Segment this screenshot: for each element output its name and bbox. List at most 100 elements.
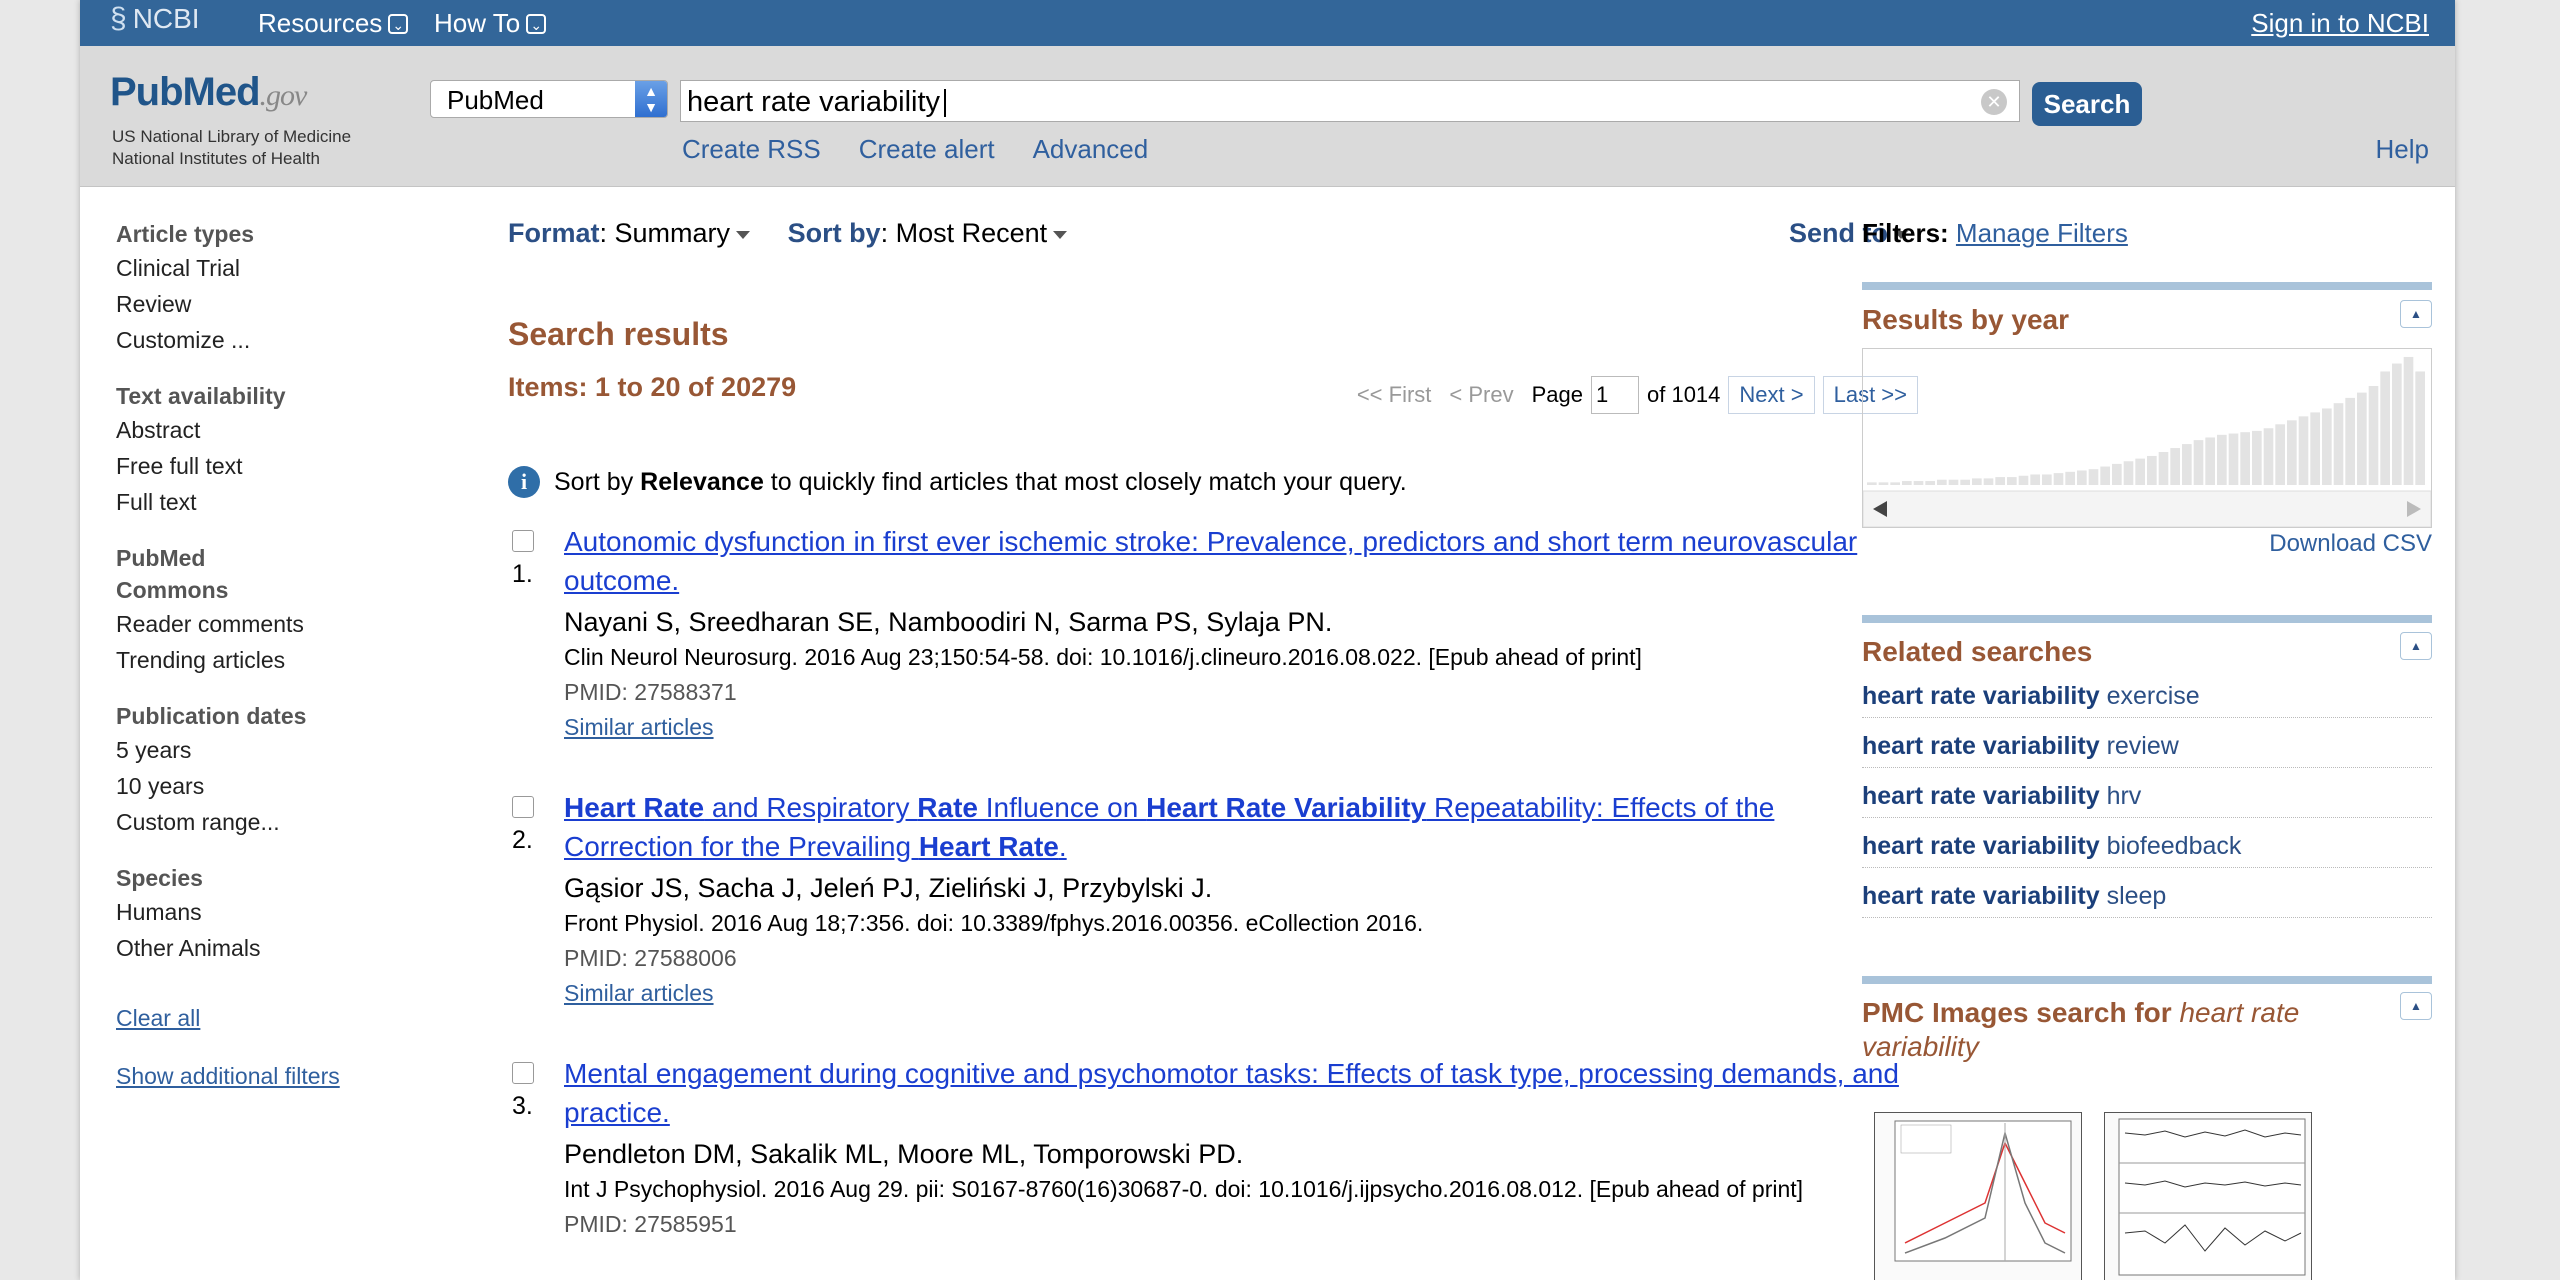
howto-menu[interactable]: How To ⌄	[434, 8, 547, 39]
year-bar[interactable]	[2123, 461, 2134, 485]
year-bar[interactable]	[2170, 448, 2180, 485]
year-scrollbar[interactable]	[1863, 490, 2431, 527]
similar-articles-link[interactable]: Similar articles	[564, 710, 1908, 744]
year-bar[interactable]	[1995, 477, 2005, 485]
page-number-input[interactable]	[1591, 376, 1639, 414]
next-page-button[interactable]: Next >	[1728, 376, 1815, 414]
manage-filters-link[interactable]: Manage Filters	[1956, 218, 2128, 248]
year-bar[interactable]	[2275, 424, 2285, 485]
filter-full-text[interactable]: Full text	[116, 484, 416, 520]
year-bar[interactable]	[2217, 434, 2227, 485]
related-search-link[interactable]: heart rate variability sleep	[1862, 882, 2432, 918]
year-bar[interactable]	[2182, 444, 2192, 485]
related-search-link[interactable]: heart rate variability exercise	[1862, 682, 2432, 718]
year-bar[interactable]	[1960, 479, 1970, 485]
filter-customize[interactable]: Customize ...	[116, 322, 416, 358]
result-checkbox[interactable]	[512, 796, 534, 818]
year-bar[interactable]	[2357, 392, 2367, 485]
sort-menu[interactable]: Sort by: Most Recent	[788, 218, 1068, 248]
result-title-link[interactable]: Mental engagement during cognitive and p…	[564, 1054, 1908, 1132]
result-checkbox[interactable]	[512, 530, 534, 552]
collapse-icon[interactable]: ▲	[2400, 992, 2432, 1020]
show-additional-filters-link[interactable]: Show additional filters	[116, 1058, 416, 1094]
help-link[interactable]: Help	[2376, 134, 2429, 165]
year-bar[interactable]	[2263, 428, 2274, 485]
year-bar[interactable]	[2287, 420, 2297, 485]
year-bar[interactable]	[2112, 463, 2122, 485]
year-bar[interactable]	[1890, 482, 1900, 485]
year-bar[interactable]	[2333, 403, 2344, 485]
result-checkbox[interactable]	[512, 1062, 534, 1084]
filter-abstract[interactable]: Abstract	[116, 412, 416, 448]
result-title-link[interactable]: Heart Rate and Respiratory Rate Influenc…	[564, 788, 1908, 866]
related-search-link[interactable]: heart rate variability review	[1862, 732, 2432, 768]
year-bar[interactable]	[2100, 466, 2110, 485]
year-bar[interactable]	[2088, 469, 2099, 485]
year-bar[interactable]	[2322, 408, 2332, 485]
year-bar[interactable]	[2030, 474, 2040, 485]
clear-search-icon[interactable]: ✕	[1981, 89, 2007, 115]
filter-10-years[interactable]: 10 years	[116, 768, 416, 804]
filter-review[interactable]: Review	[116, 286, 416, 322]
year-bar[interactable]	[2392, 363, 2402, 485]
year-bar[interactable]	[2368, 386, 2379, 485]
pmc-image-thumbnail[interactable]	[2104, 1112, 2312, 1280]
year-bar[interactable]	[2018, 475, 2029, 485]
filter-5-years[interactable]: 5 years	[116, 732, 416, 768]
year-bar[interactable]	[1867, 482, 1877, 485]
similar-articles-link[interactable]: Similar articles	[564, 976, 1908, 1010]
related-search-link[interactable]: heart rate variability biofeedback	[1862, 832, 2432, 868]
year-bar[interactable]	[1983, 478, 1994, 485]
filter-clinical-trial[interactable]: Clinical Trial	[116, 250, 416, 286]
year-bar[interactable]	[2298, 416, 2309, 485]
collapse-icon[interactable]: ▲	[2400, 300, 2432, 328]
ncbi-logo[interactable]: § NCBI	[110, 2, 200, 36]
filter-custom-range[interactable]: Custom range...	[116, 804, 416, 840]
year-bar[interactable]	[2310, 412, 2320, 485]
search-button[interactable]: Search	[2032, 82, 2142, 126]
year-bar[interactable]	[1878, 482, 1889, 485]
year-bar[interactable]	[1925, 481, 1935, 485]
filter-other-animals[interactable]: Other Animals	[116, 930, 416, 966]
year-bar[interactable]	[2007, 477, 2017, 485]
year-bar[interactable]	[2240, 432, 2250, 485]
search-input[interactable]: heart rate variability ✕	[680, 80, 2020, 122]
year-bar[interactable]	[2147, 455, 2157, 485]
year-bar[interactable]	[2053, 473, 2064, 485]
year-bar[interactable]	[2158, 452, 2169, 485]
collapse-icon[interactable]: ▲	[2400, 632, 2432, 660]
advanced-link[interactable]: Advanced	[1033, 134, 1149, 165]
year-bar[interactable]	[2205, 437, 2215, 485]
year-bar[interactable]	[2403, 356, 2414, 485]
year-bar[interactable]	[1972, 478, 1982, 485]
resources-menu[interactable]: Resources ⌄	[258, 8, 409, 39]
year-bar[interactable]	[1948, 479, 1959, 485]
relevance-link[interactable]: Relevance	[640, 468, 764, 496]
year-bar[interactable]	[2252, 430, 2262, 485]
year-bar[interactable]	[2042, 474, 2052, 485]
filter-reader-comments[interactable]: Reader comments	[116, 606, 416, 642]
year-bar[interactable]	[2345, 397, 2355, 485]
filter-humans[interactable]: Humans	[116, 894, 416, 930]
clear-all-link[interactable]: Clear all	[116, 1000, 416, 1036]
create-alert-link[interactable]: Create alert	[859, 134, 995, 165]
year-bar[interactable]	[2065, 471, 2075, 485]
year-bar[interactable]	[1913, 481, 1924, 485]
filter-free-full-text[interactable]: Free full text	[116, 448, 416, 484]
year-bar[interactable]	[1902, 481, 1912, 485]
format-menu[interactable]: Format: Summary	[508, 218, 751, 248]
year-bar[interactable]	[1937, 479, 1947, 485]
results-by-year-chart[interactable]	[1862, 348, 2432, 528]
year-bar[interactable]	[2380, 371, 2390, 485]
filter-trending-articles[interactable]: Trending articles	[116, 642, 416, 678]
year-bar[interactable]	[2228, 433, 2239, 485]
download-csv-link[interactable]: Download CSV	[2269, 530, 2432, 558]
pubmed-logo[interactable]: PubMed.gov	[110, 70, 307, 115]
year-bar[interactable]	[2193, 440, 2204, 485]
database-select[interactable]: PubMed ▲ ▼	[430, 80, 668, 118]
year-bar[interactable]	[2077, 470, 2087, 485]
result-title-link[interactable]: Autonomic dysfunction in first ever isch…	[564, 522, 1908, 600]
pmc-image-thumbnail[interactable]	[1874, 1112, 2082, 1280]
related-search-link[interactable]: heart rate variability hrv	[1862, 782, 2432, 818]
year-bar[interactable]	[2135, 458, 2145, 485]
